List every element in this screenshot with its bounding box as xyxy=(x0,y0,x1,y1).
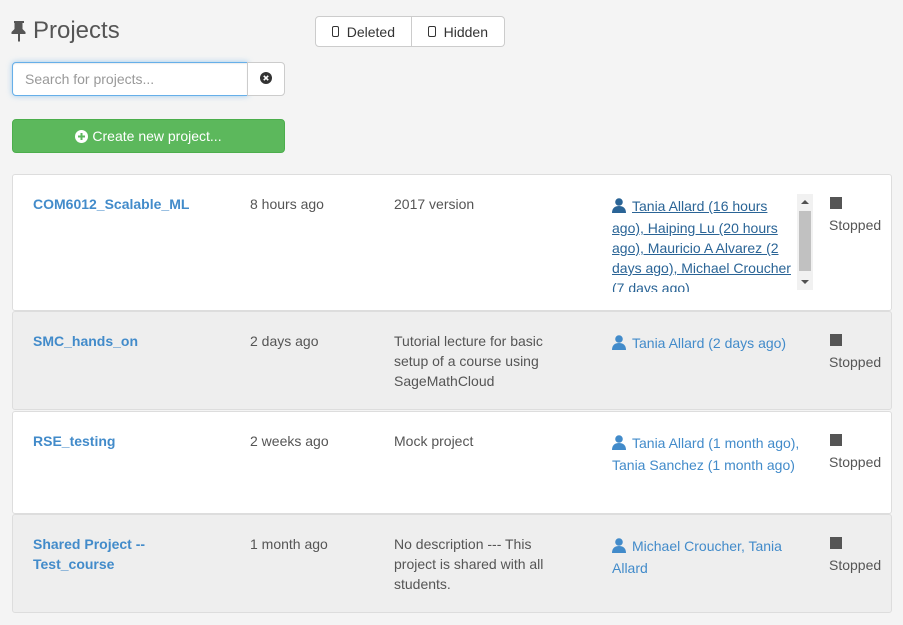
collaborators-scrollbar[interactable] xyxy=(797,194,813,290)
project-last-edited: 8 hours ago xyxy=(250,196,324,212)
times-circle-icon xyxy=(260,71,272,87)
stop-icon xyxy=(830,537,842,549)
stop-icon xyxy=(830,334,842,346)
project-row[interactable]: RSE_testing 2 weeks ago Mock project Tan… xyxy=(12,411,892,514)
project-state-label: Stopped xyxy=(829,354,882,370)
stop-icon xyxy=(830,434,842,446)
collaborators-text[interactable]: Tania Allard (16 hours ago), Haiping Lu … xyxy=(612,198,791,292)
project-name-link[interactable]: COM6012_Scalable_ML xyxy=(33,194,213,214)
collaborators-text[interactable]: Tania Allard (1 month ago), Tania Sanche… xyxy=(612,435,799,473)
project-last-edited: 2 weeks ago xyxy=(250,433,329,449)
project-collaborators: Michael Croucher, Tania Allard xyxy=(612,536,800,578)
project-description: No description --- This project is share… xyxy=(394,536,544,592)
project-last-edited: 2 days ago xyxy=(250,333,319,349)
hidden-filter-label: Hidden xyxy=(443,23,488,40)
collaborators-text[interactable]: Tania Allard (2 days ago) xyxy=(632,335,786,351)
page-title: Projects xyxy=(11,17,120,45)
project-state: Stopped xyxy=(829,534,882,575)
deleted-filter-button[interactable]: Deleted xyxy=(315,16,412,47)
user-icon xyxy=(612,335,626,355)
project-row[interactable]: COM6012_Scalable_ML 8 hours ago 2017 ver… xyxy=(12,174,892,311)
project-description: 2017 version xyxy=(394,196,475,212)
scrollbar-thumb[interactable] xyxy=(799,211,811,271)
user-icon xyxy=(612,198,626,218)
project-state: Stopped xyxy=(829,194,882,235)
clear-search-button[interactable] xyxy=(247,62,285,96)
checkbox-icon xyxy=(428,26,436,37)
deleted-filter-label: Deleted xyxy=(346,23,395,40)
user-icon xyxy=(612,538,626,558)
project-state-label: Stopped xyxy=(829,557,882,573)
collaborators-text[interactable]: Michael Croucher, Tania Allard xyxy=(612,538,782,576)
project-state-label: Stopped xyxy=(829,454,882,470)
search-input[interactable] xyxy=(12,62,248,96)
stop-icon xyxy=(830,197,842,209)
project-last-edited: 1 month ago xyxy=(250,536,328,552)
project-name-link[interactable]: Shared Project -- Test_course xyxy=(33,534,173,574)
checkbox-icon xyxy=(332,26,339,37)
project-description: Mock project xyxy=(394,433,474,449)
project-state: Stopped xyxy=(829,331,882,372)
project-description: Tutorial lecture for basic setup of a co… xyxy=(394,333,543,389)
filter-button-group: Deleted Hidden xyxy=(315,16,505,47)
page-title-text: Projects xyxy=(33,17,120,44)
project-row[interactable]: Shared Project -- Test_course 1 month ag… xyxy=(12,514,892,613)
project-name-link[interactable]: SMC_hands_on xyxy=(33,331,213,351)
project-state-label: Stopped xyxy=(829,217,882,233)
hidden-filter-button[interactable]: Hidden xyxy=(412,16,505,47)
project-collaborators: Tania Allard (1 month ago), Tania Sanche… xyxy=(612,433,800,475)
project-row[interactable]: SMC_hands_on 2 days ago Tutorial lecture… xyxy=(12,311,892,410)
thumbtack-icon xyxy=(11,20,27,42)
scroll-up-icon[interactable] xyxy=(801,200,809,204)
plus-circle-icon xyxy=(75,129,89,143)
project-state: Stopped xyxy=(829,431,882,472)
project-collaborators: Tania Allard (2 days ago) xyxy=(612,333,800,355)
create-project-button[interactable]: Create new project... xyxy=(12,119,285,153)
create-project-label: Create new project... xyxy=(92,128,222,144)
user-icon xyxy=(612,435,626,455)
scroll-down-icon[interactable] xyxy=(801,280,809,284)
project-name-link[interactable]: RSE_testing xyxy=(33,431,213,451)
project-collaborators: Tania Allard (16 hours ago), Haiping Lu … xyxy=(612,196,800,292)
